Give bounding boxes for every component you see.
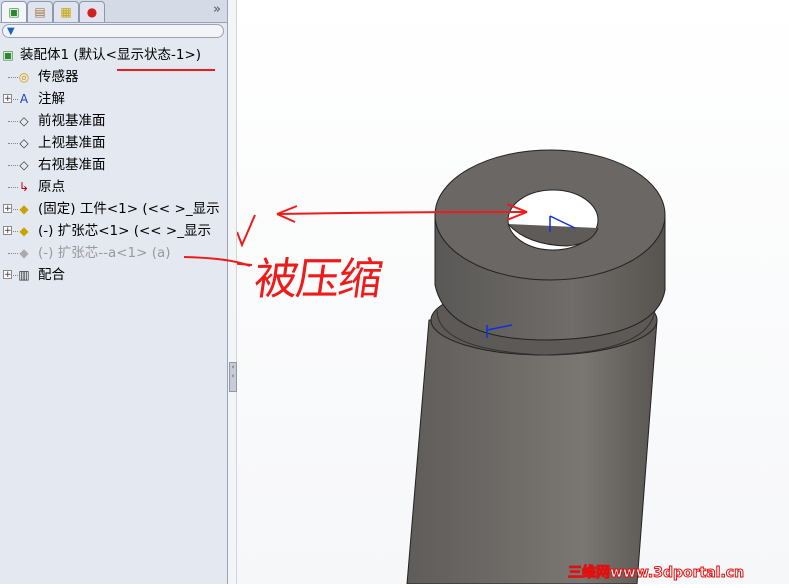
top-cylinder xyxy=(434,149,666,341)
watermark: 三维网www.3dportal.cn xyxy=(567,565,745,582)
annotation-underlines xyxy=(117,69,251,267)
collapse-panel-handle[interactable]: ‹ ‹ xyxy=(229,362,237,392)
handwritten-annotation: 被压缩 xyxy=(250,254,384,305)
